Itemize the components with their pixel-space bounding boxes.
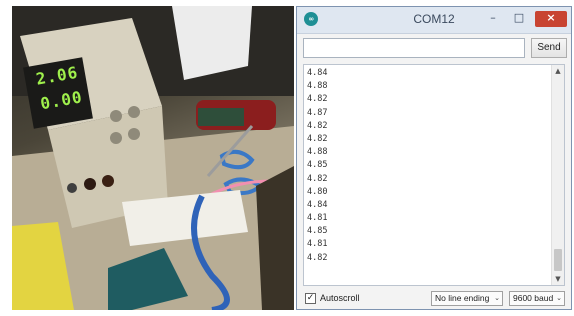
output-line: 4.82	[307, 252, 328, 263]
output-line: 4.81	[307, 239, 328, 250]
output-line: 4.82	[307, 133, 328, 144]
autoscroll-label: Autoscroll	[320, 293, 360, 303]
serial-output[interactable]: 4.84 4.88 4.82 4.87 4.82 4.82 4.88 4.85 4.82 4.80…	[303, 64, 565, 286]
output-line: 4.82	[307, 120, 328, 131]
maximize-button[interactable]: □	[509, 11, 529, 27]
output-line: 4.80	[307, 186, 328, 197]
line-ending-value: No line ending	[435, 293, 490, 303]
window-title: COM12	[413, 12, 455, 26]
output-line: 4.81	[307, 213, 328, 224]
output-line: 4.82	[307, 173, 328, 184]
send-row: Send	[303, 38, 567, 58]
serial-input[interactable]	[303, 38, 525, 58]
scroll-thumb[interactable]	[554, 249, 562, 271]
output-line: 4.87	[307, 107, 328, 118]
output-line: 4.85	[307, 226, 328, 237]
send-button[interactable]: Send	[531, 38, 567, 58]
autoscroll-checkbox[interactable]: ✓	[305, 293, 316, 304]
output-lines: 4.84 4.88 4.82 4.87 4.82 4.82 4.88 4.85 4.82 4.80…	[307, 67, 327, 265]
output-line: 4.88	[307, 147, 328, 158]
chevron-down-icon: ⌄	[556, 294, 562, 302]
line-ending-select[interactable]: No line ending ⌄	[431, 291, 503, 306]
serial-monitor-window: ∞ COM12 – □ × Send 4.84 4.88 4.82 4.87 4.82 4…	[296, 6, 572, 310]
scroll-up-icon[interactable]: ▲	[552, 65, 564, 77]
bench-photo-drawing	[12, 6, 294, 310]
bench-photo: 2.06 0.00	[12, 6, 294, 310]
output-line: 4.88	[307, 81, 328, 92]
supply-voltage-display: 2.06 0.00	[35, 63, 85, 114]
output-line: 4.84	[307, 68, 328, 78]
output-line: 4.84	[307, 199, 328, 210]
vertical-scrollbar[interactable]: ▲ ▼	[551, 65, 564, 285]
title-bar[interactable]: ∞ COM12 – □ ×	[297, 7, 571, 34]
output-line: 4.85	[307, 160, 328, 171]
chevron-down-icon: ⌄	[494, 294, 500, 302]
close-button[interactable]: ×	[535, 11, 567, 27]
minimize-button[interactable]: –	[483, 11, 503, 27]
bottom-bar: ✓ Autoscroll No line ending ⌄ 9600 baud …	[303, 291, 567, 307]
baud-rate-value: 9600 baud	[513, 293, 554, 303]
baud-rate-select[interactable]: 9600 baud ⌄	[509, 291, 565, 306]
output-line: 4.82	[307, 94, 328, 105]
scroll-down-icon[interactable]: ▼	[552, 273, 564, 285]
